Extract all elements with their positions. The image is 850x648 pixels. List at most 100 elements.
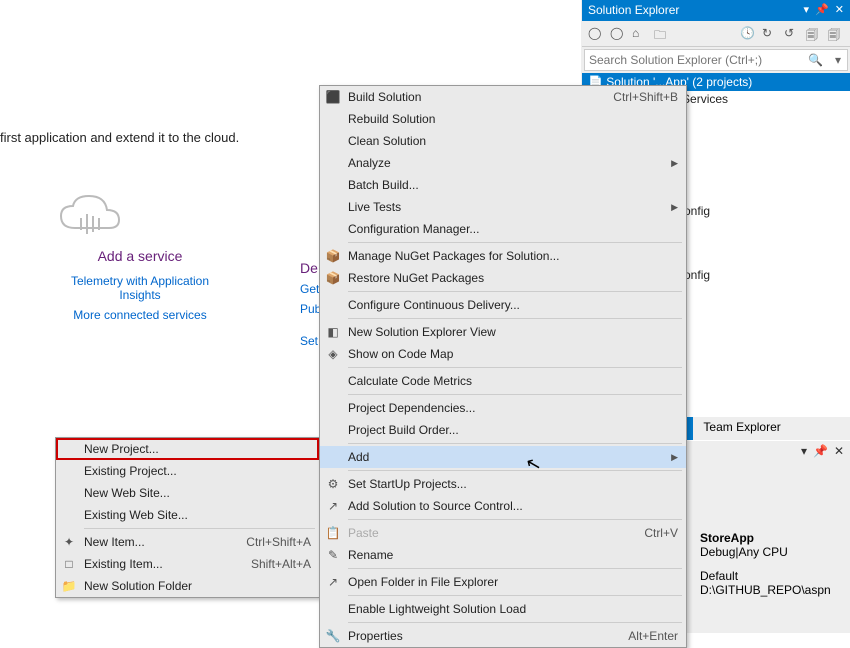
menu-label: New Project... bbox=[84, 442, 159, 456]
pin-icon[interactable]: 📌 bbox=[813, 441, 828, 462]
refresh-icon[interactable]: 🕓 bbox=[740, 26, 756, 42]
menu-item-configuration-manager[interactable]: Configuration Manager... bbox=[320, 218, 686, 240]
menu-label: Rebuild Solution bbox=[348, 112, 435, 126]
menu-item-live-tests[interactable]: Live Tests ▶ bbox=[320, 196, 686, 218]
menu-icon: 🔧 bbox=[325, 629, 341, 643]
close-icon[interactable]: ✕ bbox=[834, 441, 844, 462]
add-service-block: Add a service Telemetry with Application… bbox=[55, 190, 225, 322]
menu-shortcut: Ctrl+V bbox=[644, 526, 678, 540]
menu-item-build-solution[interactable]: ⬛Build SolutionCtrl+Shift+B bbox=[320, 86, 686, 108]
menu-label: Live Tests bbox=[348, 200, 401, 214]
menu-label: New Item... bbox=[84, 535, 145, 549]
menu-item-open-folder-in-file-explorer[interactable]: ↗ Open Folder in File Explorer bbox=[320, 571, 686, 593]
menu-label: New Web Site... bbox=[84, 486, 170, 500]
menu-item-show-on-code-map[interactable]: ◈Show on Code Map bbox=[320, 343, 686, 365]
dropdown-icon[interactable]: ▾ bbox=[801, 441, 807, 462]
menu-label: Set StartUp Projects... bbox=[348, 477, 467, 491]
menu-item-manage-nuget-packages-for-solution[interactable]: 📦 Manage NuGet Packages for Solution... bbox=[320, 245, 686, 267]
menu-label: Existing Project... bbox=[84, 464, 177, 478]
dropdown-icon[interactable]: ▾ bbox=[804, 0, 810, 21]
menu-item-clean-solution[interactable]: Clean Solution bbox=[320, 130, 686, 152]
menu-label: Clean Solution bbox=[348, 134, 426, 148]
menu-icon: 📋 bbox=[325, 526, 341, 540]
close-icon[interactable]: ✕ bbox=[835, 0, 844, 21]
menu-item-new-item[interactable]: ✦ New Item... Ctrl+Shift+A bbox=[56, 531, 319, 553]
menu-shortcut: Ctrl+Shift+B bbox=[613, 90, 678, 104]
search-icon[interactable]: 🔍 bbox=[802, 53, 829, 67]
menu-item-new-project[interactable]: New Project... bbox=[56, 438, 319, 460]
menu-item-existing-web-site[interactable]: Existing Web Site... bbox=[56, 504, 319, 526]
menu-item-batch-build[interactable]: Batch Build... bbox=[320, 174, 686, 196]
menu-item-add[interactable]: Add▶ bbox=[320, 446, 686, 468]
menu-label: Configure Continuous Delivery... bbox=[348, 298, 520, 312]
menu-icon: 📦 bbox=[325, 271, 341, 285]
menu-item-rename[interactable]: ✎ Rename bbox=[320, 544, 686, 566]
menu-item-project-build-order[interactable]: Project Build Order... bbox=[320, 419, 686, 441]
context-menu-main[interactable]: ⬛Build SolutionCtrl+Shift+B Rebuild Solut… bbox=[319, 85, 687, 648]
menu-label: Project Dependencies... bbox=[348, 401, 475, 415]
collapse-icon[interactable]: ↻ bbox=[762, 26, 778, 42]
menu-item-new-solution-explorer-view[interactable]: ◧New Solution Explorer View bbox=[320, 321, 686, 343]
menu-label: Manage NuGet Packages for Solution... bbox=[348, 249, 559, 263]
menu-item-properties[interactable]: 🔧 Properties Alt+Enter bbox=[320, 625, 686, 647]
menu-item-rebuild-solution[interactable]: Rebuild Solution bbox=[320, 108, 686, 130]
menu-icon: ⬛ bbox=[325, 90, 341, 104]
menu-icon: ↗ bbox=[325, 499, 341, 513]
menu-item-new-web-site[interactable]: New Web Site... bbox=[56, 482, 319, 504]
search-input[interactable] bbox=[585, 53, 802, 67]
tab-team-explorer[interactable]: Team Explorer bbox=[693, 417, 790, 440]
submenu-arrow-icon: ▶ bbox=[671, 202, 678, 213]
search-dropdown-icon[interactable]: ▾ bbox=[829, 53, 847, 67]
menu-icon: □ bbox=[61, 557, 77, 571]
menu-item-existing-item[interactable]: □Existing Item...Shift+Alt+A bbox=[56, 553, 319, 575]
menu-label: Batch Build... bbox=[348, 178, 419, 192]
props-icon[interactable]: 🗐 bbox=[806, 26, 822, 42]
menu-shortcut: Ctrl+Shift+A bbox=[246, 535, 311, 549]
menu-item-set-startup-projects[interactable]: ⚙Set StartUp Projects... bbox=[320, 473, 686, 495]
props-context: Debug|Any CPU bbox=[700, 545, 844, 559]
menu-icon: ◧ bbox=[325, 325, 341, 339]
pin-icon[interactable]: 📌 bbox=[815, 0, 829, 21]
menu-label: Add Solution to Source Control... bbox=[348, 499, 523, 513]
preview-icon[interactable]: 🗐 bbox=[828, 26, 844, 42]
forward-icon[interactable]: ◯ bbox=[610, 26, 626, 42]
menu-icon: 📦 bbox=[325, 249, 341, 263]
more-connected-link[interactable]: More connected services bbox=[55, 308, 225, 322]
submenu-arrow-icon: ▶ bbox=[671, 158, 678, 169]
menu-label: Rename bbox=[348, 548, 393, 562]
showall-icon[interactable]: ↺ bbox=[784, 26, 800, 42]
menu-label: Enable Lightweight Solution Load bbox=[348, 602, 526, 616]
sync-icon[interactable]: 🗀 bbox=[654, 26, 670, 42]
menu-item-restore-nuget-packages[interactable]: 📦 Restore NuGet Packages bbox=[320, 267, 686, 289]
home-icon[interactable]: ⌂ bbox=[632, 26, 648, 42]
menu-icon: 📁 bbox=[61, 579, 77, 593]
menu-item-add-solution-to-source-control[interactable]: ↗ Add Solution to Source Control... bbox=[320, 495, 686, 517]
menu-label: Show on Code Map bbox=[348, 347, 453, 361]
telemetry-link[interactable]: Telemetry with Application Insights bbox=[55, 274, 225, 302]
cloud-icon bbox=[55, 190, 225, 242]
menu-label: Calculate Code Metrics bbox=[348, 374, 472, 388]
menu-item-existing-project[interactable]: Existing Project... bbox=[56, 460, 319, 482]
menu-label: New Solution Folder bbox=[84, 579, 192, 593]
menu-item-analyze[interactable]: Analyze ▶ bbox=[320, 152, 686, 174]
menu-label: Restore NuGet Packages bbox=[348, 271, 484, 285]
menu-item-new-solution-folder[interactable]: 📁 New Solution Folder bbox=[56, 575, 319, 597]
context-menu-add[interactable]: New Project... Existing Project... New Web… bbox=[55, 437, 320, 598]
menu-icon: ✎ bbox=[325, 548, 341, 562]
menu-label: Existing Web Site... bbox=[84, 508, 188, 522]
menu-item-enable-lightweight-solution-load[interactable]: Enable Lightweight Solution Load bbox=[320, 598, 686, 620]
menu-label: Analyze bbox=[348, 156, 391, 170]
menu-item-project-dependencies[interactable]: Project Dependencies... bbox=[320, 397, 686, 419]
back-icon[interactable]: ◯ bbox=[588, 26, 604, 42]
menu-shortcut: Alt+Enter bbox=[628, 629, 678, 643]
menu-label: Properties bbox=[348, 629, 403, 643]
menu-item-configure-continuous-delivery[interactable]: Configure Continuous Delivery... bbox=[320, 294, 686, 316]
menu-item-calculate-code-metrics[interactable]: Calculate Code Metrics bbox=[320, 370, 686, 392]
menu-label: Open Folder in File Explorer bbox=[348, 575, 498, 589]
menu-item-paste: 📋PasteCtrl+V bbox=[320, 522, 686, 544]
menu-icon: ✦ bbox=[61, 535, 77, 549]
search-row: 🔍 ▾ bbox=[584, 49, 848, 71]
solution-explorer-toolbar: ◯ ◯ ⌂ 🗀 🕓 ↻ ↺ 🗐 🗐 bbox=[582, 21, 850, 47]
menu-label: Add bbox=[348, 450, 369, 464]
menu-icon: ↗ bbox=[325, 575, 341, 589]
